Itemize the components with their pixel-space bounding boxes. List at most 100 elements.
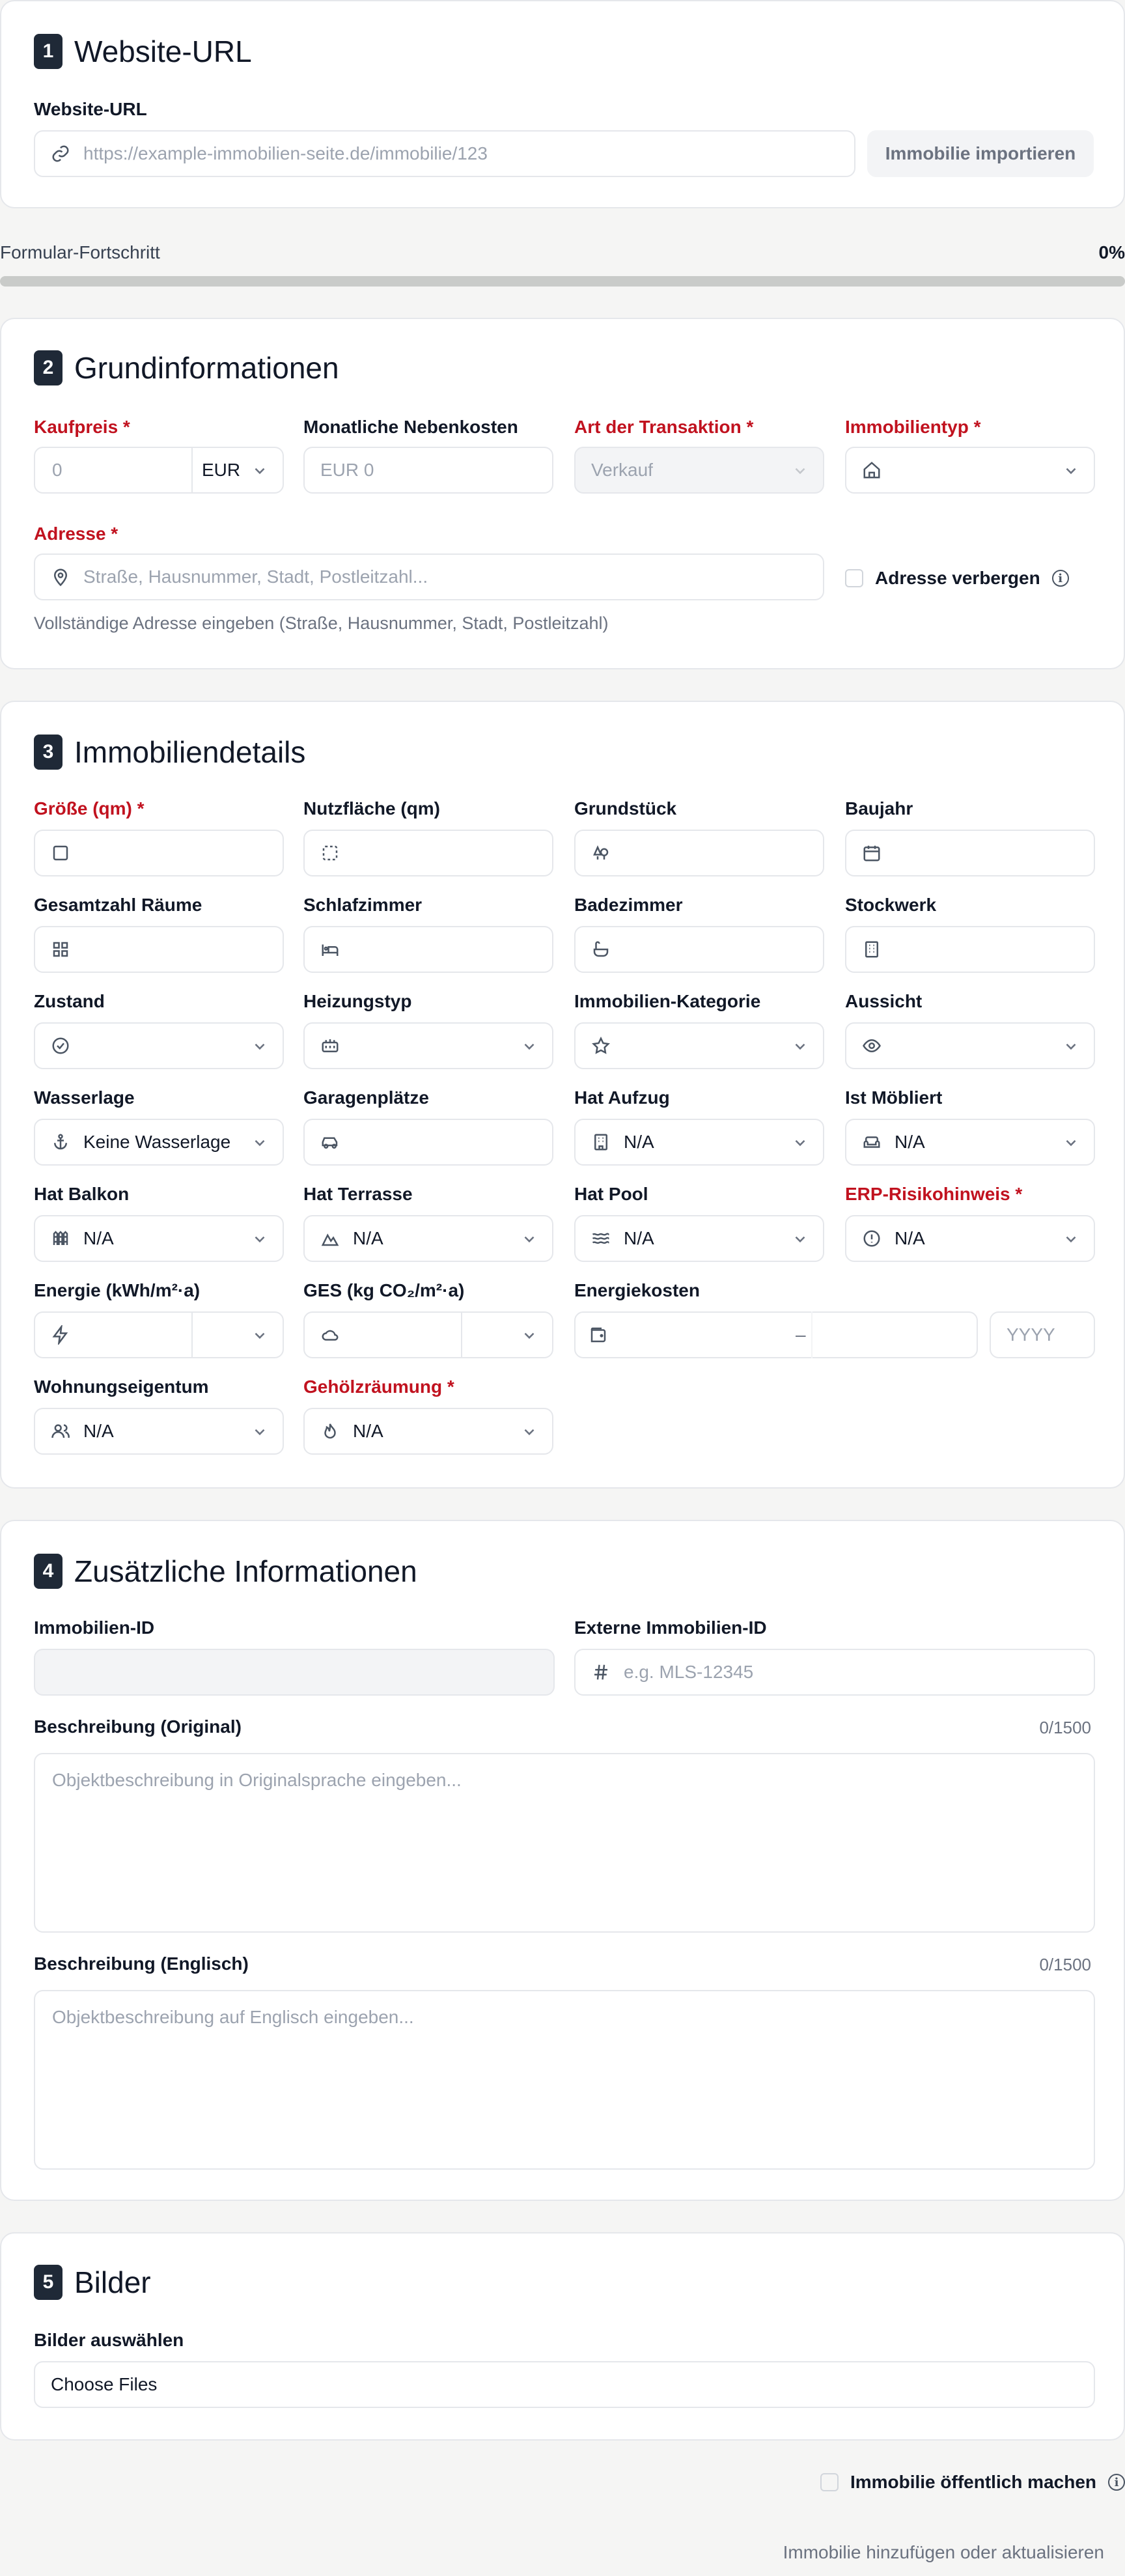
import-button[interactable]: Immobilie importieren <box>867 130 1094 177</box>
id-label: Immobilien-ID <box>34 1617 155 1638</box>
desc-orig-placeholder: Objektbeschreibung in Originalsprache ei… <box>52 1770 462 1790</box>
pool-select[interactable]: N/A <box>574 1215 824 1262</box>
alert-circle-icon <box>862 1229 882 1248</box>
file-input[interactable]: Choose Files <box>34 2361 1095 2408</box>
nutzflaeche-input[interactable] <box>303 830 553 876</box>
info-icon[interactable]: i <box>1051 570 1069 587</box>
desc-en-label: Beschreibung (Englisch) <box>34 1953 249 1974</box>
raeume-input[interactable] <box>34 926 284 973</box>
sofa-icon <box>862 1132 882 1152</box>
immobilien-id-input[interactable] <box>34 1649 555 1696</box>
energiekosten-year-input[interactable]: YYYY <box>990 1311 1095 1358</box>
info-icon[interactable]: i <box>1108 2474 1125 2491</box>
kategorie-select[interactable] <box>574 1022 824 1069</box>
erp-value: N/A <box>895 1228 925 1248</box>
nutzflaeche-label: Nutzfläche (qm) <box>303 798 440 819</box>
hide-address-label: Adresse verbergen <box>875 568 1040 588</box>
desc-en-placeholder: Objektbeschreibung auf Englisch eingeben… <box>52 2007 414 2027</box>
aussicht-select[interactable] <box>845 1022 1095 1069</box>
adresse-input[interactable]: Straße, Hausnummer, Stadt, Postleitzahl.… <box>34 553 824 600</box>
public-checkbox[interactable] <box>820 2473 839 2491</box>
zusatz-card: 4 Zusätzliche Informationen Immobilien-I… <box>0 1520 1125 2201</box>
groesse-input[interactable] <box>34 830 284 876</box>
erp-select[interactable]: N/A <box>845 1215 1095 1262</box>
energie-unit-select[interactable] <box>251 1327 268 1344</box>
chevron-down-icon <box>1062 462 1079 479</box>
terrasse-label: Hat Terrasse <box>303 1184 413 1204</box>
moebliert-select[interactable]: N/A <box>845 1119 1095 1166</box>
currency-select[interactable]: EUR <box>202 460 240 481</box>
eigentum-value: N/A <box>83 1421 114 1441</box>
calendar-icon <box>862 843 882 863</box>
ext-id-input[interactable]: e.g. MLS-12345 <box>574 1649 1095 1696</box>
step-badge: 3 <box>34 735 62 770</box>
mountain-icon <box>320 1229 340 1248</box>
stockwerk-input[interactable] <box>845 926 1095 973</box>
price-input[interactable]: 0 <box>35 460 191 481</box>
building-icon <box>862 940 882 959</box>
public-label: Immobilie öffentlich machen <box>850 2472 1096 2492</box>
baujahr-input[interactable] <box>845 830 1095 876</box>
zap-icon[interactable] <box>51 1325 70 1345</box>
progress-label: Formular-Fortschritt <box>0 242 160 262</box>
gehoelz-select[interactable]: N/A <box>303 1408 553 1455</box>
progress-bar <box>0 276 1125 287</box>
badezimmer-input[interactable] <box>574 926 824 973</box>
section-title: Zusätzliche Informationen <box>74 1554 417 1588</box>
step-badge: 4 <box>34 1554 62 1589</box>
section-heading: 4 Zusätzliche Informationen <box>34 1554 417 1589</box>
cloud-icon[interactable] <box>320 1325 340 1345</box>
check-circle-icon <box>51 1036 70 1056</box>
transaktion-select[interactable]: Verkauf <box>574 447 824 494</box>
website-url-card: 1 Website-URL Website-URL https://exampl… <box>0 0 1125 208</box>
transaktion-label: Art der Transaktion * <box>574 417 754 437</box>
submit-button[interactable]: Immobilie hinzufügen oder aktualisieren <box>783 2542 1104 2563</box>
nebenkosten-input[interactable]: EUR 0 <box>303 447 553 494</box>
home-icon <box>862 460 882 480</box>
grundstueck-input[interactable] <box>574 830 824 876</box>
hide-address-checkbox[interactable] <box>845 569 863 587</box>
chevron-down-icon <box>792 1231 809 1248</box>
energiekosten-range[interactable]: – <box>574 1311 978 1358</box>
wallet-icon <box>589 1325 608 1345</box>
section-heading: 3 Immobiliendetails <box>34 735 305 770</box>
heizung-select[interactable] <box>303 1022 553 1069</box>
range-separator: – <box>796 1324 806 1345</box>
eigentum-select[interactable]: N/A <box>34 1408 284 1455</box>
wasserlage-select[interactable]: Keine Wasserlage <box>34 1119 284 1166</box>
terrasse-value: N/A <box>353 1228 383 1248</box>
hash-icon <box>591 1662 611 1682</box>
url-label: Website-URL <box>34 99 147 119</box>
price-label: Kaufpreis * <box>34 417 130 437</box>
zustand-select[interactable] <box>34 1022 284 1069</box>
ges-unit-select[interactable] <box>521 1327 538 1344</box>
stockwerk-label: Stockwerk <box>845 895 937 915</box>
users-icon <box>51 1421 70 1441</box>
ext-id-placeholder: e.g. MLS-12345 <box>624 1662 754 1682</box>
garage-input[interactable] <box>303 1119 553 1166</box>
car-icon <box>320 1132 340 1152</box>
section-heading: 5 Bilder <box>34 2265 151 2300</box>
terrasse-select[interactable]: N/A <box>303 1215 553 1262</box>
chevron-down-icon <box>1062 1231 1079 1248</box>
grid-icon <box>51 940 70 959</box>
grundstueck-label: Grundstück <box>574 798 677 819</box>
bed-icon <box>320 940 340 959</box>
aufzug-select[interactable]: N/A <box>574 1119 824 1166</box>
balkon-value: N/A <box>83 1228 114 1248</box>
bilder-label: Bilder auswählen <box>34 2330 184 2350</box>
desc-orig-textarea[interactable]: Objektbeschreibung in Originalsprache ei… <box>34 1753 1095 1933</box>
year-placeholder: YYYY <box>1007 1324 1055 1345</box>
zustand-label: Zustand <box>34 991 105 1011</box>
url-input[interactable]: https://example-immobilien-seite.de/immo… <box>34 130 855 177</box>
grundinformationen-card: 2 Grundinformationen Kaufpreis * 0 EUR M… <box>0 318 1125 669</box>
desc-orig-label: Beschreibung (Original) <box>34 1716 242 1737</box>
chevron-down-icon <box>792 1134 809 1151</box>
desc-orig-counter: 0/1500 <box>1039 1718 1091 1737</box>
schlafzimmer-input[interactable] <box>303 926 553 973</box>
desc-en-textarea[interactable]: Objektbeschreibung auf Englisch eingeben… <box>34 1990 1095 2170</box>
choose-files-button[interactable]: Choose Files <box>51 2374 157 2395</box>
divider <box>191 1311 193 1358</box>
immobilientyp-select[interactable] <box>845 447 1095 494</box>
balkon-select[interactable]: N/A <box>34 1215 284 1262</box>
